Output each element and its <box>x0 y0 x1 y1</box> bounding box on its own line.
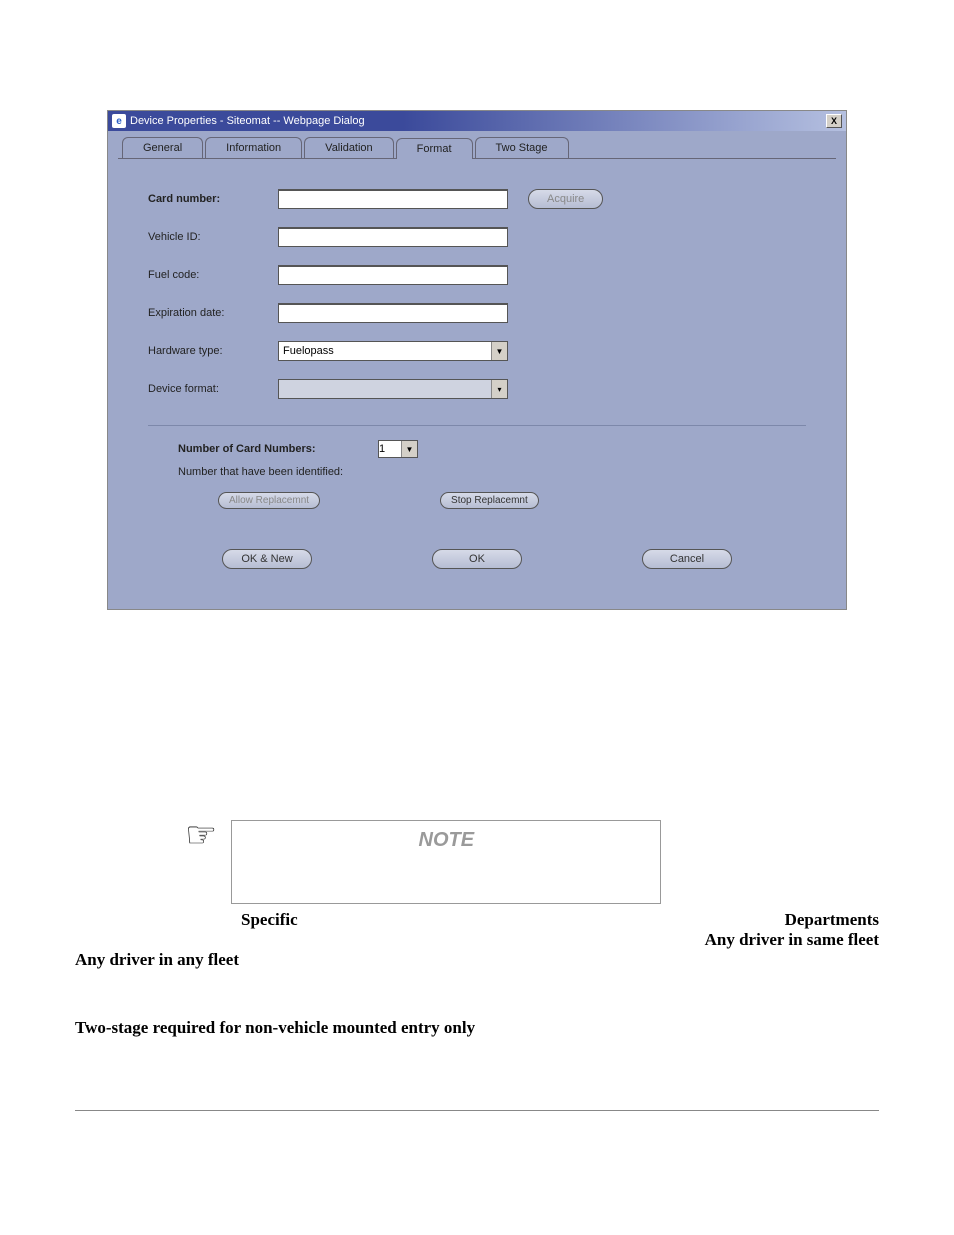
tab-two-stage[interactable]: Two Stage <box>475 137 569 158</box>
allow-replacement-button[interactable]: Allow Replacemnt <box>218 492 320 509</box>
pointing-hand-icon: ☞ <box>75 814 231 856</box>
tab-general[interactable]: General <box>122 137 203 158</box>
note-section: ☞ NOTE Specific Departments Any driver i… <box>75 820 879 1038</box>
card-number-label: Card number: <box>148 193 278 205</box>
card-number-input[interactable] <box>278 189 508 209</box>
card-numbers-group: Number of Card Numbers: ▼ Number that ha… <box>148 426 806 509</box>
device-format-select[interactable] <box>278 379 508 399</box>
num-card-numbers-label: Number of Card Numbers: <box>178 443 378 455</box>
ie-icon: e <box>112 114 126 128</box>
stop-replacement-button[interactable]: Stop Replacemnt <box>440 492 539 509</box>
identified-label: Number that have been identified: <box>178 466 378 478</box>
num-card-numbers-select[interactable] <box>378 440 418 458</box>
footer-rule <box>75 1110 879 1111</box>
fuel-code-input[interactable] <box>278 265 508 285</box>
specific-text: Specific <box>241 910 298 930</box>
tab-information[interactable]: Information <box>205 137 302 158</box>
device-format-label: Device format: <box>148 383 278 395</box>
note-box: NOTE <box>231 820 661 904</box>
vehicle-id-label: Vehicle ID: <box>148 231 278 243</box>
tab-strip: General Information Validation Format Tw… <box>118 137 836 159</box>
acquire-button[interactable]: Acquire <box>528 189 603 209</box>
device-properties-dialog: e Device Properties - Siteomat -- Webpag… <box>107 110 847 610</box>
dialog-title: Device Properties - Siteomat -- Webpage … <box>130 115 365 127</box>
note-title: NOTE <box>419 829 475 852</box>
hardware-type-label: Hardware type: <box>148 345 278 357</box>
two-stage-subhead: Two-stage required for non-vehicle mount… <box>75 1018 879 1038</box>
ok-new-button[interactable]: OK & New <box>222 549 312 569</box>
fuel-code-label: Fuel code: <box>148 269 278 281</box>
hardware-type-select[interactable] <box>278 341 508 361</box>
expiration-date-label: Expiration date: <box>148 307 278 319</box>
tab-format[interactable]: Format <box>396 138 473 159</box>
expiration-date-input[interactable] <box>278 303 508 323</box>
device-fields-group: Card number: Acquire Vehicle ID: Fuel co… <box>148 189 806 426</box>
titlebar: e Device Properties - Siteomat -- Webpag… <box>108 111 846 131</box>
vehicle-id-input[interactable] <box>278 227 508 247</box>
cancel-button[interactable]: Cancel <box>642 549 732 569</box>
any-same-fleet-text: Any driver in same fleet <box>705 930 879 949</box>
any-any-fleet-text: Any driver in any fleet <box>75 950 879 970</box>
tab-validation[interactable]: Validation <box>304 137 394 158</box>
departments-text: Departments <box>785 910 879 930</box>
ok-button[interactable]: OK <box>432 549 522 569</box>
close-button[interactable]: X <box>826 114 842 128</box>
